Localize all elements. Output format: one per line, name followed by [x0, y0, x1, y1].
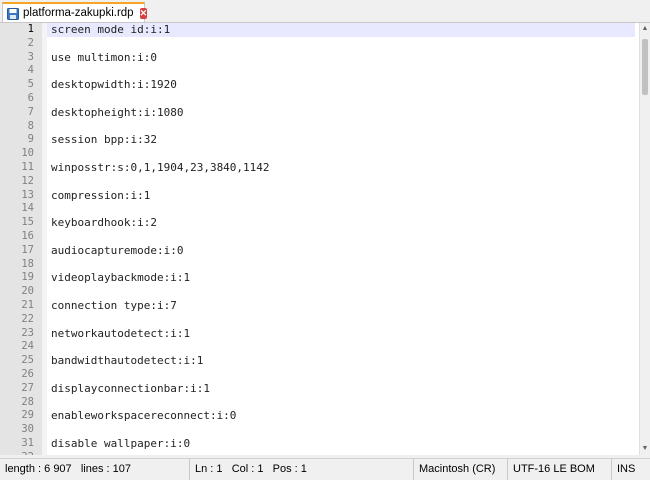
code-line[interactable] [47, 340, 635, 354]
line-number: 2 [27, 36, 34, 49]
code-line[interactable]: displayconnectionbar:i:1 [47, 382, 635, 396]
line-number: 13 [21, 188, 34, 201]
status-ln: Ln : 1 [195, 463, 223, 475]
status-col: Col : 1 [231, 463, 264, 475]
code-line[interactable] [47, 230, 635, 244]
line-number: 22 [21, 312, 34, 325]
code-line[interactable] [47, 396, 635, 410]
line-number: 32 [0, 451, 34, 455]
line-number: 14 [21, 202, 34, 215]
line-number: 19 [21, 271, 34, 284]
line-number: 30 [21, 423, 34, 436]
code-line[interactable]: screen mode id:i:1 [47, 23, 635, 37]
code-line[interactable]: winposstr:s:0,1,1904,23,3840,1142 [47, 161, 635, 175]
line-number: 21 [21, 298, 34, 311]
code-line[interactable]: compression:i:1 [47, 189, 635, 203]
status-pos: Pos : 1 [272, 463, 307, 475]
line-number: 24 [21, 340, 34, 353]
line-number: 7 [27, 105, 34, 118]
status-insert-mode[interactable]: INS [612, 459, 650, 480]
line-number: 29 [21, 409, 34, 422]
line-number: 12 [21, 174, 34, 187]
scroll-up-arrow-icon[interactable]: ▲ [640, 23, 650, 35]
line-number: 31 [21, 436, 34, 449]
close-icon[interactable]: ✕ [139, 7, 148, 19]
code-line[interactable] [47, 120, 635, 134]
code-line[interactable] [47, 37, 635, 51]
floppy-disk-icon [7, 7, 19, 20]
line-number: 15 [21, 216, 34, 229]
code-line[interactable] [47, 451, 635, 455]
code-line[interactable]: videoplaybackmode:i:1 [47, 271, 635, 285]
code-line[interactable] [47, 368, 635, 382]
code-line[interactable] [47, 313, 635, 327]
line-number: 16 [21, 229, 34, 242]
line-number: 1 [27, 23, 34, 35]
vertical-scrollbar[interactable]: ▲ ▼ [639, 23, 650, 455]
code-line[interactable] [47, 423, 635, 437]
code-line[interactable]: bandwidthautodetect:i:1 [47, 354, 635, 368]
code-line[interactable]: disable wallpaper:i:0 [47, 437, 635, 451]
scroll-down-arrow-icon[interactable]: ▼ [640, 443, 650, 455]
code-line[interactable] [47, 258, 635, 272]
status-length: length : 6 907 [5, 463, 72, 475]
code-line[interactable] [47, 202, 635, 216]
line-number: 9 [27, 133, 34, 146]
line-number: 20 [21, 285, 34, 298]
code-line[interactable] [47, 64, 635, 78]
line-number-list: 1 2 3 4 5 6 7 8 9 10 11 12 13 14 15 16 17 18 19 20 21 22 23 24 2… [0, 23, 34, 455]
line-number: 17 [21, 243, 34, 256]
line-number: 27 [21, 381, 34, 394]
line-number: 6 [27, 91, 34, 104]
code-line[interactable]: keyboardhook:i:2 [47, 216, 635, 230]
code-line[interactable] [47, 92, 635, 106]
code-line[interactable]: session bpp:i:32 [47, 133, 635, 147]
status-encoding[interactable]: UTF-16 LE BOM [508, 459, 612, 480]
code-line[interactable]: connection type:i:7 [47, 299, 635, 313]
tab-platforma-zakupki[interactable]: platforma-zakupki.rdp ✕ [2, 2, 148, 22]
code-line[interactable]: networkautodetect:i:1 [47, 327, 635, 341]
line-number: 4 [27, 64, 34, 77]
line-number: 11 [21, 160, 34, 173]
tab-bar: platforma-zakupki.rdp ✕ [0, 0, 650, 23]
line-number: 23 [21, 326, 34, 339]
code-area[interactable]: screen mode id:i:1 use multimon:i:0 deskto… [47, 23, 635, 455]
line-number: 26 [21, 367, 34, 380]
line-number: 3 [27, 50, 34, 63]
code-line[interactable]: audiocapturemode:i:0 [47, 244, 635, 258]
text-editor[interactable]: 1 2 3 4 5 6 7 8 9 10 11 12 13 14 15 16 17 18 19 20 21 22 23 24 2… [0, 23, 650, 455]
status-position: Ln : 1 Col : 1 Pos : 1 [190, 459, 414, 480]
code-line[interactable]: enableworkspacereconnect:i:0 [47, 409, 635, 423]
line-number: 25 [21, 354, 34, 367]
line-number: 28 [21, 395, 34, 408]
code-line[interactable] [47, 175, 635, 189]
status-eol[interactable]: Macintosh (CR) [414, 459, 508, 480]
status-lines: lines : 107 [80, 463, 131, 475]
status-bar: length : 6 907 lines : 107 Ln : 1 Col : … [0, 458, 650, 480]
status-length-lines: length : 6 907 lines : 107 [0, 459, 190, 480]
line-number: 10 [21, 147, 34, 160]
code-line[interactable] [47, 285, 635, 299]
code-line[interactable]: desktopheight:i:1080 [47, 106, 635, 120]
line-number-gutter: 1 2 3 4 5 6 7 8 9 10 11 12 13 14 15 16 17 18 19 20 21 22 23 24 2… [0, 23, 42, 455]
line-number: 5 [27, 78, 34, 91]
line-number: 18 [21, 257, 34, 270]
scrollbar-thumb[interactable] [642, 39, 648, 95]
code-line[interactable]: use multimon:i:0 [47, 51, 635, 65]
tab-label: platforma-zakupki.rdp [23, 7, 134, 19]
line-number: 8 [27, 119, 34, 132]
code-line[interactable] [47, 147, 635, 161]
code-line[interactable]: desktopwidth:i:1920 [47, 78, 635, 92]
